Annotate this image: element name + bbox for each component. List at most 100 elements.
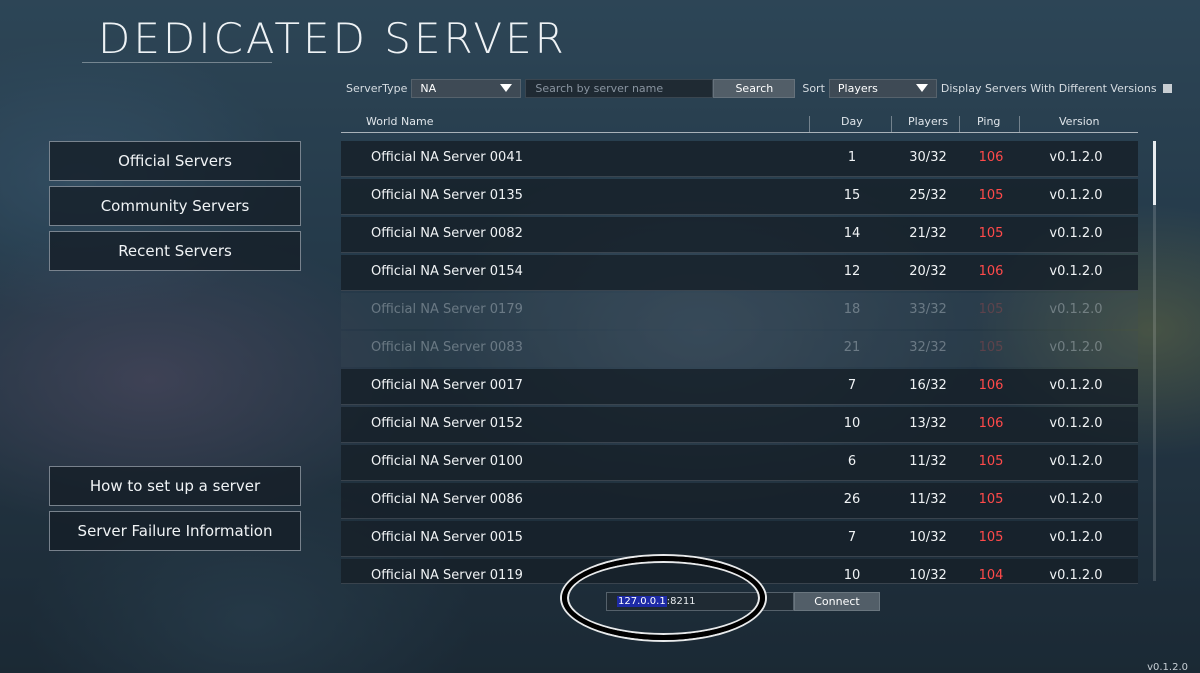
how-to-setup-server-button[interactable]: How to set up a server <box>49 466 301 506</box>
header-ping[interactable]: Ping <box>977 115 1000 128</box>
row-day: 1 <box>847 150 857 165</box>
row-players: 25/32 <box>909 188 947 203</box>
server-type-select[interactable]: NA <box>411 78 522 98</box>
table-row[interactable]: Official NA Server 0152 10 13/32 106 v0.… <box>341 407 1138 443</box>
official-servers-button[interactable]: Official Servers <box>49 141 301 181</box>
table-row-unavailable[interactable]: Official NA Server 0083 21 32/32 105 v0.… <box>341 331 1138 367</box>
row-players: 16/32 <box>909 378 947 393</box>
community-servers-button[interactable]: Community Servers <box>49 186 301 226</box>
row-world-name: Official NA Server 0086 <box>371 492 523 507</box>
row-version: v0.1.2.0 <box>1049 492 1103 507</box>
row-players: 13/32 <box>909 416 947 431</box>
different-versions-checkbox[interactable] <box>1162 83 1172 93</box>
table-row[interactable]: Official NA Server 0082 14 21/32 105 v0.… <box>341 217 1138 253</box>
header-separator <box>809 116 810 132</box>
title-underline <box>82 62 272 63</box>
server-failure-info-button[interactable]: Server Failure Information <box>49 511 301 551</box>
header-day[interactable]: Day <box>841 115 863 128</box>
sort-value: Players <box>837 81 878 95</box>
row-world-name: Official NA Server 0017 <box>371 378 523 393</box>
row-day: 21 <box>843 340 861 355</box>
chevron-down-icon <box>500 83 513 92</box>
row-version: v0.1.2.0 <box>1049 454 1103 469</box>
table-row[interactable]: Official NA Server 0017 7 16/32 106 v0.1… <box>341 369 1138 405</box>
row-world-name: Official NA Server 0179 <box>371 302 523 317</box>
header-players[interactable]: Players <box>908 115 948 128</box>
row-version: v0.1.2.0 <box>1049 530 1103 545</box>
row-world-name: Official NA Server 0119 <box>371 568 523 583</box>
row-world-name: Official NA Server 0041 <box>371 150 523 165</box>
table-row[interactable]: Official NA Server 0015 7 10/32 105 v0.1… <box>341 521 1138 557</box>
row-world-name: Official NA Server 0135 <box>371 188 523 203</box>
row-version: v0.1.2.0 <box>1049 568 1103 583</box>
row-day: 10 <box>843 568 861 583</box>
page-title: DEDICATED SERVER <box>98 14 567 63</box>
row-ping: 105 <box>978 454 1004 469</box>
row-players: 11/32 <box>909 492 947 507</box>
row-ping: 105 <box>978 340 1004 355</box>
search-placeholder: Search by server name <box>535 81 664 95</box>
row-ping: 106 <box>978 150 1004 165</box>
row-ping: 105 <box>978 226 1004 241</box>
row-players: 33/32 <box>909 302 947 317</box>
row-version: v0.1.2.0 <box>1049 188 1103 203</box>
header-separator <box>1019 116 1020 132</box>
server-type-label: ServerType <box>346 81 408 95</box>
sort-label: Sort <box>802 81 825 95</box>
connect-button[interactable]: Connect <box>794 592 880 611</box>
row-ping: 105 <box>978 188 1004 203</box>
row-day: 26 <box>843 492 861 507</box>
row-ping: 104 <box>978 568 1004 583</box>
table-row[interactable]: Official NA Server 0086 26 11/32 105 v0.… <box>341 483 1138 519</box>
row-ping: 106 <box>978 416 1004 431</box>
row-day: 14 <box>843 226 861 241</box>
recent-servers-button[interactable]: Recent Servers <box>49 231 301 271</box>
different-versions-label: Display Servers With Different Versions <box>940 81 1157 95</box>
header-version[interactable]: Version <box>1059 115 1099 128</box>
sort-select[interactable]: Players <box>828 78 937 98</box>
header-separator <box>891 116 892 132</box>
row-world-name: Official NA Server 0083 <box>371 340 523 355</box>
row-players: 30/32 <box>909 150 947 165</box>
search-button[interactable]: Search <box>713 78 796 98</box>
row-ping: 105 <box>978 530 1004 545</box>
row-players: 10/32 <box>909 568 947 583</box>
row-ping: 106 <box>978 378 1004 393</box>
row-version: v0.1.2.0 <box>1049 378 1103 393</box>
game-version-label: v0.1.2.0 <box>1147 662 1188 673</box>
server-list-scrollbar[interactable] <box>1153 141 1156 581</box>
row-players: 21/32 <box>909 226 947 241</box>
row-players: 11/32 <box>909 454 947 469</box>
row-day: 10 <box>843 416 861 431</box>
table-row[interactable]: Official NA Server 0100 6 11/32 105 v0.1… <box>341 445 1138 481</box>
header-separator <box>959 116 960 132</box>
row-version: v0.1.2.0 <box>1049 264 1103 279</box>
table-row[interactable]: Official NA Server 0041 1 30/32 106 v0.1… <box>341 141 1138 177</box>
row-day: 15 <box>843 188 861 203</box>
row-ping: 105 <box>978 302 1004 317</box>
row-day: 18 <box>843 302 861 317</box>
row-world-name: Official NA Server 0015 <box>371 530 523 545</box>
search-input[interactable]: Search by server name <box>525 78 714 98</box>
chevron-down-icon <box>915 83 928 92</box>
row-day: 12 <box>843 264 861 279</box>
table-row[interactable]: Official NA Server 0154 12 20/32 106 v0.… <box>341 255 1138 291</box>
row-world-name: Official NA Server 0154 <box>371 264 523 279</box>
row-players: 32/32 <box>909 340 947 355</box>
header-world-name[interactable]: World Name <box>366 115 433 128</box>
table-header: World Name Day Players Ping Version <box>341 112 1138 133</box>
row-version: v0.1.2.0 <box>1049 302 1103 317</box>
row-world-name: Official NA Server 0152 <box>371 416 523 431</box>
row-day: 7 <box>847 530 857 545</box>
row-world-name: Official NA Server 0100 <box>371 454 523 469</box>
row-version: v0.1.2.0 <box>1049 150 1103 165</box>
row-players: 20/32 <box>909 264 947 279</box>
row-day: 6 <box>847 454 857 469</box>
row-version: v0.1.2.0 <box>1049 340 1103 355</box>
table-row-unavailable[interactable]: Official NA Server 0179 18 33/32 105 v0.… <box>341 293 1138 329</box>
row-ping: 105 <box>978 492 1004 507</box>
scrollbar-thumb[interactable] <box>1153 141 1156 205</box>
row-world-name: Official NA Server 0082 <box>371 226 523 241</box>
row-version: v0.1.2.0 <box>1049 416 1103 431</box>
table-row[interactable]: Official NA Server 0135 15 25/32 105 v0.… <box>341 179 1138 215</box>
